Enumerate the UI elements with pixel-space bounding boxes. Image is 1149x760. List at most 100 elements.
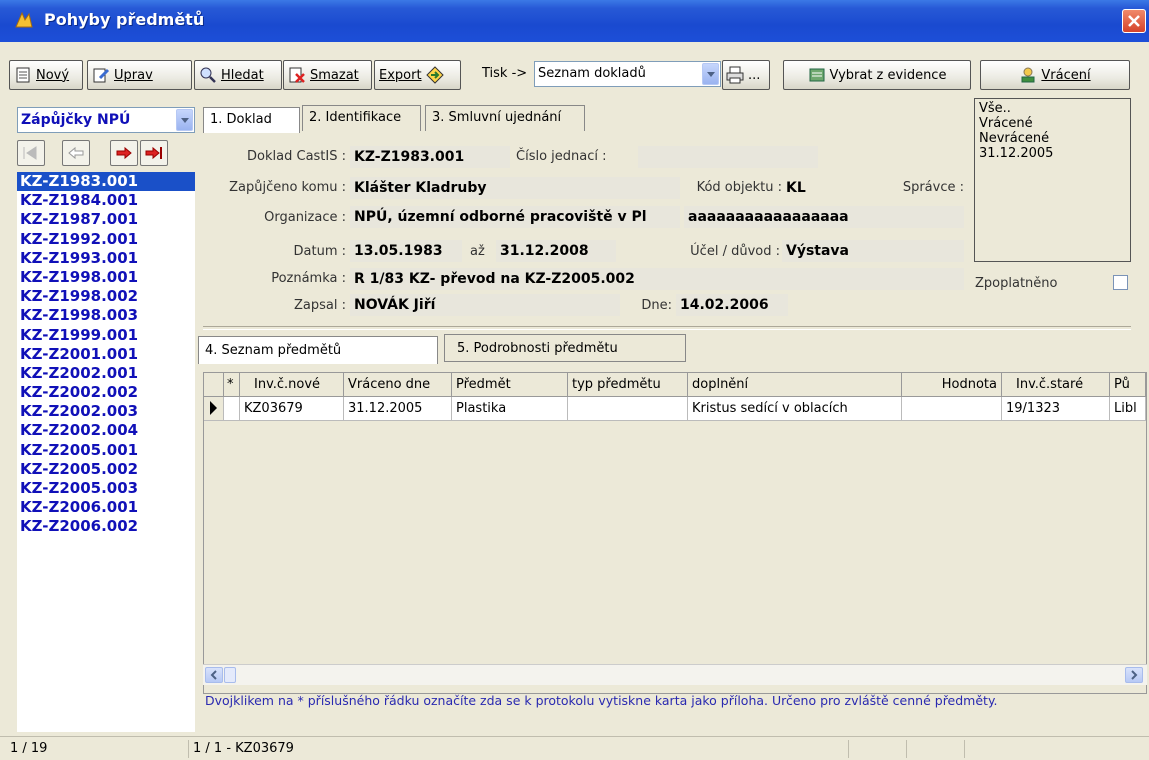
horizontal-scrollbar[interactable]: [203, 664, 1147, 685]
ucel-field[interactable]: Výstava: [782, 240, 964, 262]
column-header[interactable]: *: [224, 373, 240, 397]
tab-seznam-predmetu[interactable]: 4. Seznam předmětů: [198, 336, 438, 364]
row-pointer-icon: [210, 401, 217, 415]
zapsal-field[interactable]: NOVÁK Jiří: [350, 294, 620, 316]
table-cell[interactable]: [224, 397, 240, 421]
status-not-returned[interactable]: Nevrácené: [979, 131, 1126, 146]
list-item[interactable]: KZ-Z1984.001: [17, 191, 195, 210]
list-item[interactable]: KZ-Z2002.001: [17, 364, 195, 383]
tab-smluvni-ujednani[interactable]: 3. Smluvní ujednání: [425, 105, 585, 131]
dne-field[interactable]: 14.02.2006: [676, 294, 788, 316]
return-status-list[interactable]: Vše.. Vrácené Nevrácené 31.12.2005: [974, 98, 1131, 262]
scroll-left-button[interactable]: [205, 667, 223, 683]
chevron-down-icon[interactable]: [176, 109, 193, 131]
column-header[interactable]: doplnění: [688, 373, 902, 397]
status-returned[interactable]: Vrácené: [979, 116, 1126, 131]
list-item[interactable]: KZ-Z2005.001: [17, 441, 195, 460]
kod-objektu-field[interactable]: KL: [782, 177, 878, 199]
table-cell[interactable]: [902, 397, 1002, 421]
poznamka-field[interactable]: R 1/83 KZ- převod na KZ-Z2005.002: [350, 268, 964, 290]
edit-button[interactable]: Uprav: [87, 60, 192, 90]
status-panel: [848, 740, 906, 758]
table-cell[interactable]: 31.12.2005: [344, 397, 452, 421]
app-window: Pohyby předmětů Nový Uprav Hledat Smazat…: [0, 0, 1149, 760]
document-icon: [16, 67, 30, 83]
column-header[interactable]: Inv.č.nové: [240, 373, 344, 397]
list-item[interactable]: KZ-Z1992.001: [17, 230, 195, 249]
column-header[interactable]: Hodnota: [902, 373, 1002, 397]
return-button[interactable]: Vrácení: [980, 60, 1130, 90]
scroll-right-button[interactable]: [1125, 667, 1143, 683]
print-button[interactable]: ...: [722, 60, 770, 90]
zapujceno-komu-label: Zapůjčeno komu :: [229, 180, 346, 195]
close-button[interactable]: [1122, 9, 1146, 33]
column-header[interactable]: Pů: [1110, 373, 1146, 397]
previous-record-button[interactable]: [62, 140, 90, 166]
table-cell[interactable]: [568, 397, 688, 421]
list-item[interactable]: KZ-Z1998.003: [17, 306, 195, 325]
organizace-detail-field[interactable]: aaaaaaaaaaaaaaaaa: [684, 206, 964, 228]
last-record-button[interactable]: [140, 140, 168, 166]
list-item[interactable]: KZ-Z2002.004: [17, 421, 195, 440]
list-item[interactable]: KZ-Z2002.002: [17, 383, 195, 402]
tab-doklad[interactable]: 1. Doklad: [203, 107, 300, 133]
zapujceno-komu-field[interactable]: Klášter Kladruby: [350, 177, 680, 199]
list-item[interactable]: KZ-Z2001.001: [17, 345, 195, 364]
select-from-evidence-button[interactable]: Vybrat z evidence: [783, 60, 971, 90]
list-item[interactable]: KZ-Z2006.001: [17, 498, 195, 517]
print-report-select[interactable]: Seznam dokladů: [534, 61, 721, 87]
new-button[interactable]: Nový: [9, 60, 83, 90]
list-item[interactable]: KZ-Z2005.003: [17, 479, 195, 498]
status-date[interactable]: 31.12.2005: [979, 146, 1126, 161]
column-header[interactable]: Předmět: [452, 373, 568, 397]
scroll-thumb[interactable]: [224, 667, 236, 683]
search-button[interactable]: Hledat: [194, 60, 282, 90]
list-item[interactable]: KZ-Z1983.001: [17, 172, 195, 192]
zpoplatneno-label: Zpoplatněno: [975, 276, 1058, 291]
table-cell[interactable]: Libl: [1110, 397, 1146, 421]
table-cell[interactable]: 19/1323: [1002, 397, 1110, 421]
delete-button[interactable]: Smazat: [283, 60, 372, 90]
table-cell[interactable]: KZ03679: [240, 397, 344, 421]
datum-do-field[interactable]: 31.12.2008: [496, 240, 616, 262]
arrow-left-icon: [68, 146, 84, 160]
zpoplatneno-checkbox[interactable]: [1113, 275, 1128, 290]
column-header[interactable]: typ předmětu: [568, 373, 688, 397]
chevron-down-icon[interactable]: [702, 63, 719, 85]
organizace-field[interactable]: NPÚ, územní odborné pracoviště v Pl: [350, 206, 680, 228]
item-counter: 1 / 1 - KZ03679: [188, 740, 788, 758]
current-row-indicator[interactable]: [204, 397, 224, 421]
window-title: Pohyby předmětů: [44, 10, 205, 29]
row-indicator-header: [204, 373, 224, 397]
list-item[interactable]: KZ-Z1999.001: [17, 326, 195, 345]
list-item[interactable]: KZ-Z1993.001: [17, 249, 195, 268]
next-record-button[interactable]: [110, 140, 138, 166]
print-label: Tisk ->: [482, 66, 528, 81]
tab-podrobnosti-predmetu[interactable]: 5. Podrobnosti předmětu: [444, 334, 686, 362]
list-item[interactable]: KZ-Z2005.002: [17, 460, 195, 479]
column-header[interactable]: Vráceno dne: [344, 373, 452, 397]
first-record-button[interactable]: [17, 140, 45, 166]
cislo-jednaci-field[interactable]: [638, 146, 818, 168]
items-table[interactable]: * Inv.č.nové Vráceno dne Předmět typ pře…: [203, 372, 1147, 694]
column-header[interactable]: Inv.č.staré: [1002, 373, 1110, 397]
chevron-left-icon: [210, 670, 217, 680]
doklad-field[interactable]: KZ-Z1983.001: [350, 146, 510, 168]
database-icon: [809, 68, 825, 82]
datum-od-field[interactable]: 13.05.1983: [350, 240, 462, 262]
title-bar[interactable]: Pohyby předmětů: [0, 0, 1149, 42]
status-all[interactable]: Vše..: [979, 101, 1126, 116]
list-item[interactable]: KZ-Z2006.002: [17, 517, 195, 536]
record-list[interactable]: KZ-Z1983.001 KZ-Z1984.001 KZ-Z1987.001 K…: [17, 172, 195, 732]
tab-identifikace[interactable]: 2. Identifikace: [302, 105, 421, 131]
list-item[interactable]: KZ-Z1998.001: [17, 268, 195, 287]
list-item[interactable]: KZ-Z1987.001: [17, 210, 195, 229]
organizace-label: Organizace :: [264, 210, 346, 225]
table-cell[interactable]: Plastika: [452, 397, 568, 421]
list-item[interactable]: KZ-Z2002.003: [17, 402, 195, 421]
list-item[interactable]: KZ-Z1998.002: [17, 287, 195, 306]
close-icon: [1128, 15, 1140, 27]
export-button[interactable]: Export: [374, 60, 461, 90]
record-type-select[interactable]: Zápůjčky NPÚ: [17, 107, 195, 133]
table-cell[interactable]: Kristus sedící v oblacích: [688, 397, 902, 421]
